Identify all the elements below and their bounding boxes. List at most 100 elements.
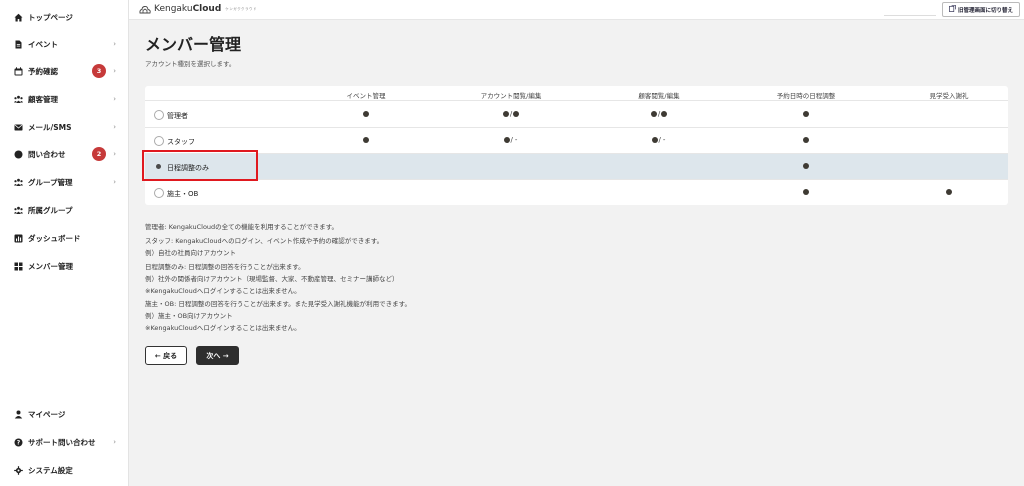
sidebar-item-bottom_items-2[interactable]: システム設定 — [0, 459, 129, 481]
permission-cell — [736, 188, 876, 196]
column-header-customer: 顧客閲覧/編集 — [638, 92, 680, 100]
description-line: 日程調整のみ: 日程調整の回答を行うことが出来ます。 — [145, 263, 305, 271]
gear-icon — [14, 465, 23, 475]
next-button[interactable]: 次へ → — [196, 346, 239, 365]
description-line: ※KengakuCloudへログインすることは出来ません。 — [145, 287, 301, 295]
chevron-right-icon: › — [113, 150, 116, 158]
table-row-staff[interactable]: スタッフ / - / - — [145, 128, 1008, 154]
permission-cell — [879, 188, 1019, 196]
sidebar-item-items-8[interactable]: ダッシュボード — [0, 227, 129, 249]
sidebar-item-items-9[interactable]: メンバー管理 — [0, 255, 129, 277]
page-title: メンバー管理 — [145, 35, 242, 54]
permission-cell: / — [441, 110, 581, 118]
sidebar-item-label: メール/SMS — [28, 122, 72, 132]
description-line: 管理者: KengakuCloudの全ての機能を利用することができます。 — [145, 223, 339, 231]
document-icon — [14, 40, 23, 49]
permission-dot — [803, 189, 809, 195]
sidebar-item-items-0[interactable]: トップページ — [0, 6, 129, 28]
mail-icon — [14, 123, 23, 132]
people-icon — [14, 95, 23, 104]
help-icon: ? — [14, 438, 23, 447]
sidebar-item-label: 問い合わせ — [28, 149, 66, 159]
permission-text: / — [510, 136, 513, 144]
permission-text: / — [658, 136, 661, 144]
role-label: 施主・OB — [167, 190, 199, 198]
table-row-owner-ob[interactable]: 施主・OB — [145, 180, 1008, 206]
user-icon — [14, 410, 23, 419]
description-line: 例）社外の関係者向けアカウント（現場監督、大家、不動産管理、セミナー講師など） — [145, 275, 399, 283]
chevron-right-icon: › — [113, 67, 116, 75]
description-line: 例）施主・OB向けアカウント — [145, 312, 233, 320]
cloud-logo-icon — [139, 5, 151, 13]
sidebar-item-items-3[interactable]: 顧客管理 › — [0, 88, 129, 110]
sidebar-item-items-7[interactable]: 所属グループ — [0, 199, 129, 221]
chart-icon — [14, 234, 23, 243]
selection-highlight-box — [142, 150, 258, 181]
account-type-table: イベント管理 アカウント閲覧/編集 顧客閲覧/編集 予約日時の日程調整 見学受入… — [145, 86, 1008, 205]
grid-icon — [14, 262, 23, 271]
radio-admin[interactable] — [154, 110, 164, 120]
sidebar: トップページ イベント › 予約確認 3 › 顧客管理 › メール/SMS › 問い合わせ 2 › グルー… — [0, 0, 129, 486]
logo[interactable]: Kengaku Cloud ケンガククラウド — [139, 4, 257, 14]
permission-cell: / - — [589, 136, 729, 144]
permission-text: / — [657, 110, 661, 118]
permission-text: - — [662, 136, 666, 144]
role-label: 管理者 — [167, 112, 188, 120]
radio-staff[interactable] — [154, 136, 164, 146]
sidebar-item-label: 予約確認 — [28, 66, 58, 76]
role-label: スタッフ — [167, 138, 195, 146]
description-line: ※KengakuCloudへログインすることは出来ません。 — [145, 324, 301, 332]
notification-badge: 3 — [92, 64, 106, 78]
sidebar-item-label: 顧客管理 — [28, 94, 58, 104]
permission-dot — [803, 111, 809, 117]
back-button[interactable]: ← 戻る — [145, 346, 187, 365]
permission-cell — [736, 136, 876, 144]
logo-text-bold: Cloud — [192, 4, 222, 14]
chevron-right-icon: › — [113, 178, 116, 186]
chevron-right-icon: › — [113, 95, 116, 103]
group-icon — [14, 206, 23, 215]
group-icon — [14, 178, 23, 187]
sidebar-item-items-2[interactable]: 予約確認 3 › — [0, 60, 129, 82]
permission-dot — [363, 137, 369, 143]
sidebar-item-items-6[interactable]: グループ管理 › — [0, 171, 129, 193]
sidebar-item-items-4[interactable]: メール/SMS › — [0, 116, 129, 138]
page-subtitle: アカウント種別を選択します。 — [145, 60, 236, 68]
permission-cell — [296, 136, 436, 144]
permission-dot — [650, 111, 657, 117]
sidebar-item-items-5[interactable]: 問い合わせ 2 › — [0, 143, 129, 165]
sidebar-item-bottom_items-0[interactable]: マイページ — [0, 403, 129, 425]
description-line: スタッフ: KengakuCloudへのログイン、イベント作成や予約の確認ができ… — [145, 237, 384, 245]
switch-legacy-admin-button[interactable]: 旧管理画面に切り替え — [942, 2, 1020, 17]
permission-cell: / - — [441, 136, 581, 144]
sidebar-item-items-1[interactable]: イベント › — [0, 33, 129, 55]
permission-dot — [502, 111, 509, 117]
table-row-schedule-only[interactable]: 日程調整のみ — [145, 154, 1008, 180]
sidebar-item-bottom_items-1[interactable]: ? サポート問い合わせ › — [0, 431, 129, 453]
sidebar-item-label: 所属グループ — [28, 205, 73, 215]
description-line: 施主・OB: 日程調整の回答を行うことが出来ます。また見学受入謝礼機能が利用でき… — [145, 300, 412, 308]
svg-text:?: ? — [17, 439, 21, 446]
logo-subtext: ケンガククラウド — [225, 6, 258, 11]
top-divider — [884, 15, 936, 16]
calendar-icon — [14, 66, 23, 76]
radio-owner-ob[interactable] — [154, 188, 164, 198]
sidebar-item-label: グループ管理 — [28, 177, 73, 187]
permission-dot — [803, 137, 809, 143]
sidebar-item-label: サポート問い合わせ — [28, 437, 96, 447]
permission-dot — [651, 137, 658, 143]
column-header-schedule: 予約日時の日程調整 — [776, 92, 836, 100]
permission-cell — [736, 162, 876, 170]
switch-legacy-admin-label: 旧管理画面に切り替え — [957, 7, 1013, 14]
permission-dot — [803, 163, 809, 169]
permission-cell — [296, 110, 436, 118]
sidebar-item-label: トップページ — [28, 12, 73, 22]
logo-text-plain: Kengaku — [154, 4, 193, 14]
sidebar-item-label: メンバー管理 — [28, 261, 73, 271]
table-row-admin[interactable]: 管理者 / / — [145, 102, 1008, 128]
permission-dot — [503, 137, 510, 143]
permission-dot — [946, 189, 952, 195]
permission-cell: / — [589, 110, 729, 118]
sidebar-item-label: マイページ — [28, 409, 66, 419]
notification-badge: 2 — [92, 147, 106, 161]
